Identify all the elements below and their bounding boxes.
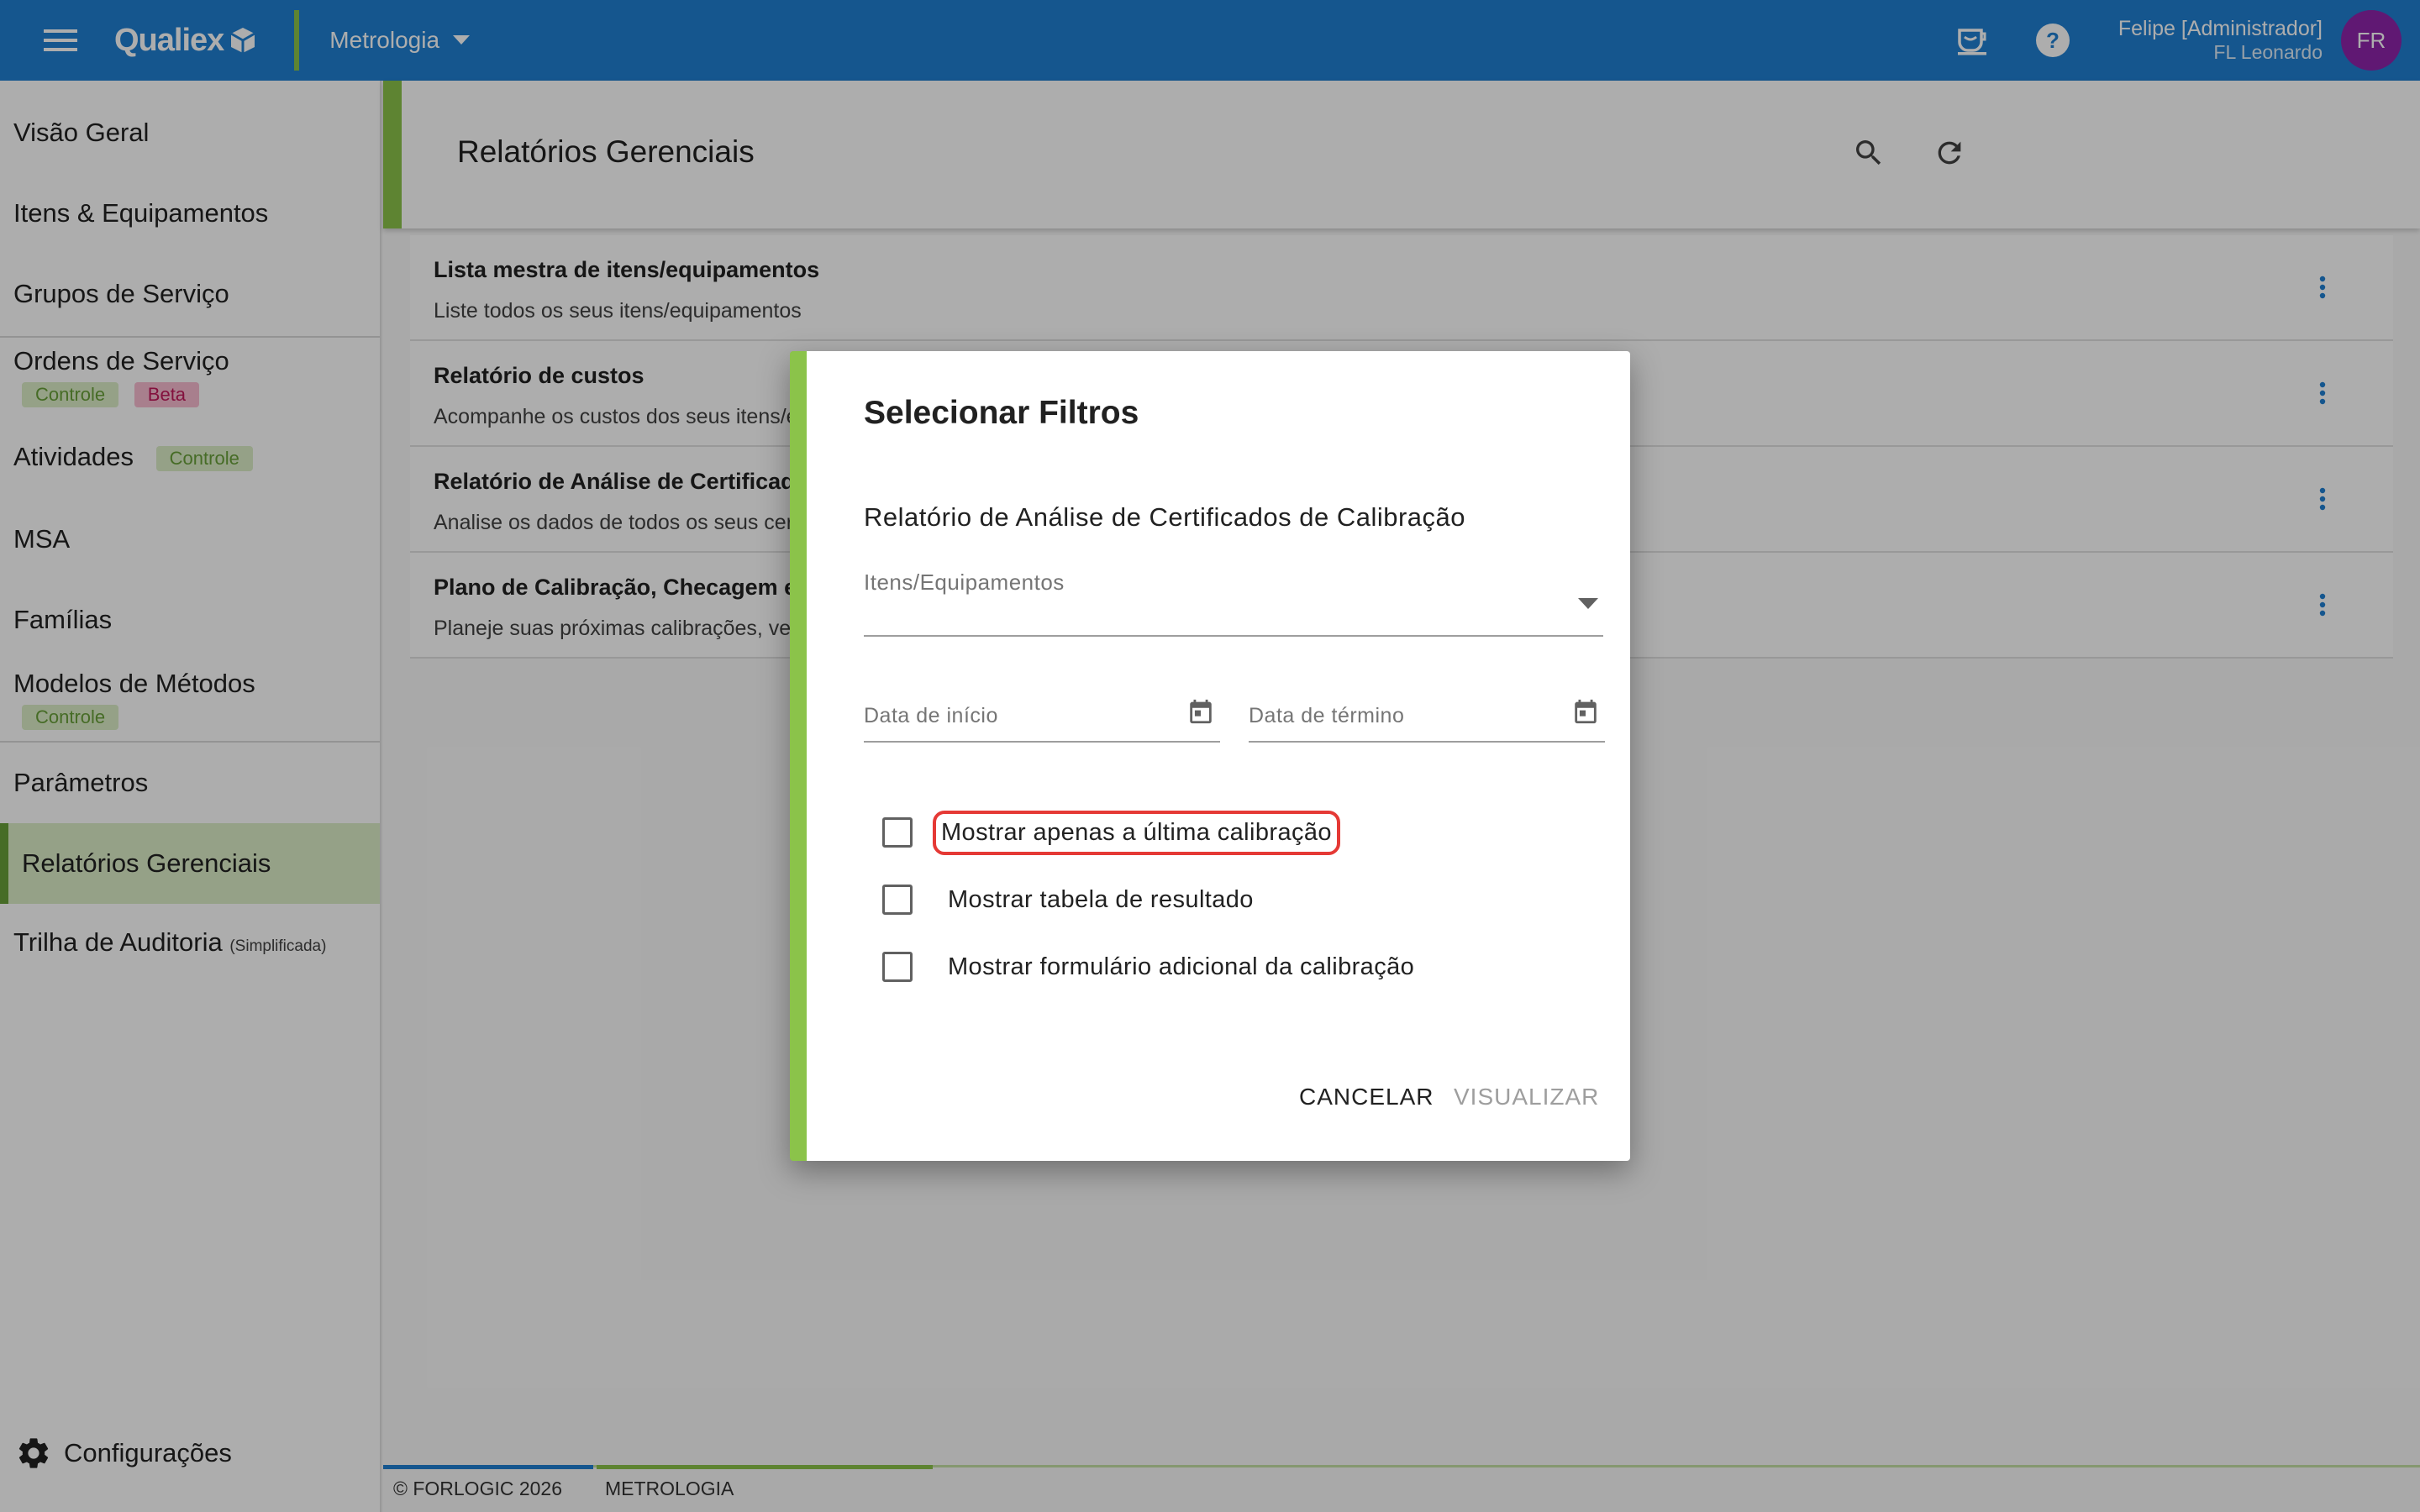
dialog-title: Selecionar Filtros [864,395,1139,431]
checkbox-last-calibration-row[interactable]: Mostrar apenas a última calibração [882,803,1340,862]
items-select-placeholder: Itens/Equipamentos [864,570,1065,595]
items-select[interactable]: Itens/Equipamentos [864,570,1603,637]
view-button[interactable]: VISUALIZAR [1439,1074,1614,1121]
end-date-placeholder: Data de término [1249,704,1405,727]
calendar-icon[interactable] [1571,697,1600,726]
filter-dialog: Selecionar Filtros Relatório de Análise … [790,351,1630,1161]
checkbox-label[interactable]: Mostrar tabela de resultado [941,879,1260,921]
checkbox-label[interactable]: Mostrar apenas a última calibração [933,810,1340,855]
checkbox-label[interactable]: Mostrar formulário adicional da calibraç… [941,947,1421,988]
checkbox-additional-form-row[interactable]: Mostrar formulário adicional da calibraç… [882,937,1421,996]
start-date-field[interactable]: Data de início [864,679,1220,743]
cancel-button[interactable]: CANCELAR [1284,1074,1449,1121]
checkbox-last-calibration[interactable] [882,817,913,848]
checkbox-result-table-row[interactable]: Mostrar tabela de resultado [882,870,1260,929]
dialog-subtitle: Relatório de Análise de Certificados de … [864,502,1466,532]
end-date-field[interactable]: Data de término [1249,679,1605,743]
checkbox-result-table[interactable] [882,885,913,915]
start-date-placeholder: Data de início [864,704,998,727]
chevron-down-icon [1578,598,1598,609]
calendar-icon[interactable] [1186,697,1215,726]
checkbox-additional-form[interactable] [882,952,913,982]
